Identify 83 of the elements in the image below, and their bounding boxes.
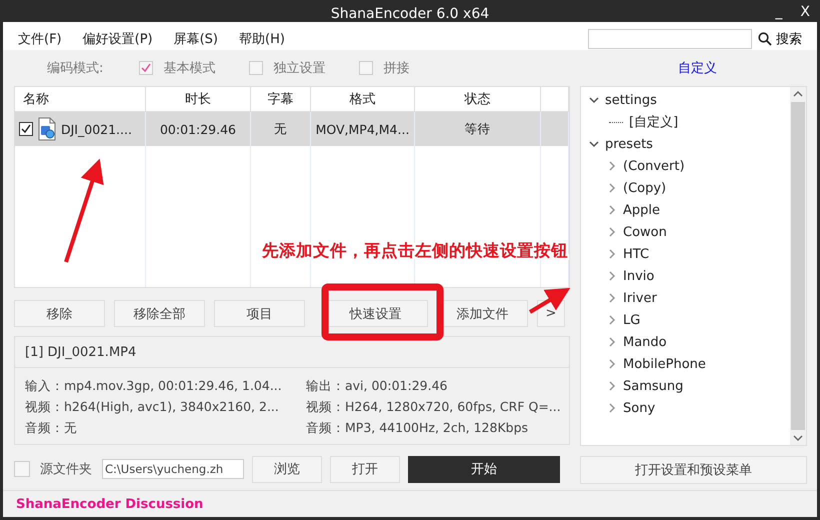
- checkbox-label: 基本模式: [163, 60, 216, 77]
- expand-chevron-icon[interactable]: [607, 403, 617, 413]
- search-button[interactable]: 搜索: [758, 30, 802, 48]
- expand-chevron-icon[interactable]: [607, 381, 617, 391]
- mode-checkbox[interactable]: [359, 61, 374, 75]
- mode-checkbox[interactable]: [139, 61, 154, 75]
- expand-chevron-icon[interactable]: [607, 183, 617, 193]
- file-row[interactable]: DJI_0021.... 00:01:29.46 无 MOV,MP4,M4... 等待: [15, 112, 569, 146]
- annotation-text: 先添加文件，再点击左侧的快速设置按钮: [262, 240, 568, 262]
- video-file-icon: [37, 117, 57, 141]
- table-cell: MOV,MP4,M4...: [311, 112, 415, 146]
- column-header[interactable]: 字幕: [251, 87, 311, 111]
- scrollbar-thumb[interactable]: [791, 102, 805, 430]
- minimize-button[interactable]: _: [771, 4, 786, 20]
- source-folder-checkbox[interactable]: [14, 461, 30, 477]
- menu-item[interactable]: 文件(F): [18, 30, 62, 48]
- menu-item[interactable]: 屏幕(S): [174, 30, 218, 48]
- action-button[interactable]: 浏览: [252, 456, 322, 482]
- checkbox-label: 拼接: [383, 60, 410, 77]
- scroll-up-icon: [793, 90, 803, 98]
- tree-item[interactable]: (Convert): [623, 158, 685, 174]
- table-cell: 等待: [415, 112, 541, 146]
- expand-chevron-icon[interactable]: [607, 337, 617, 347]
- column-header[interactable]: 时长: [146, 87, 251, 111]
- window-title: ShanaEncoder 6.0 x64: [330, 6, 490, 22]
- mode-checkbox[interactable]: [249, 61, 264, 75]
- action-button[interactable]: 移除全部: [114, 300, 205, 327]
- info-text: 输入：mp4.mov.3gp, 00:01:29.46, 1.04...: [25, 378, 283, 395]
- start-button[interactable]: 开始: [408, 456, 560, 482]
- tree-item[interactable]: MobilePhone: [623, 356, 706, 372]
- expand-chevron-icon[interactable]: [607, 315, 617, 325]
- discussion-link[interactable]: ShanaEncoder Discussion: [16, 496, 204, 512]
- search-field[interactable]: [588, 29, 752, 49]
- tree-item[interactable]: Cowon: [623, 224, 667, 240]
- column-header[interactable]: 状态: [415, 87, 541, 111]
- info-text: 视频：H264, 1280x720, 60fps, CRF Q=...: [306, 399, 562, 416]
- tree-item[interactable]: Invio: [623, 268, 654, 284]
- tree-item[interactable]: (Copy): [623, 180, 666, 196]
- expand-chevron-icon[interactable]: [607, 227, 617, 237]
- info-text: 音频：无: [25, 420, 78, 437]
- collapse-chevron-icon[interactable]: [589, 95, 599, 105]
- scroll-down-icon: [793, 434, 803, 442]
- action-button[interactable]: 移除: [14, 300, 105, 327]
- mode-label: 编码模式:: [47, 60, 104, 77]
- menu-item[interactable]: 帮助(H): [239, 30, 285, 48]
- tree-item[interactable]: Sony: [623, 400, 656, 416]
- menu-item[interactable]: 偏好设置(P): [82, 30, 153, 48]
- info-text: 视频：h264(High, avc1), 3840x2160, 2...: [25, 399, 280, 416]
- tree-item[interactable]: Iriver: [623, 290, 657, 306]
- action-button[interactable]: 打开: [330, 456, 400, 482]
- tree-item[interactable]: Samsung: [623, 378, 684, 394]
- expand-chevron-icon[interactable]: [607, 205, 617, 215]
- tree-item[interactable]: [自定义]: [629, 113, 678, 131]
- expand-chevron-icon[interactable]: [607, 249, 617, 259]
- column-header[interactable]: 名称: [15, 87, 146, 111]
- expand-chevron-icon[interactable]: [607, 293, 617, 303]
- tree-item[interactable]: HTC: [623, 246, 650, 262]
- column-header[interactable]: 格式: [311, 87, 415, 111]
- tree-item[interactable]: Mando: [623, 334, 667, 350]
- menu-button[interactable]: 打开设置和预设菜单: [580, 456, 807, 484]
- scrollbar[interactable]: [790, 87, 806, 445]
- table-cell: 无: [251, 112, 311, 146]
- table-cell: 00:01:29.46: [146, 112, 251, 146]
- tree-item[interactable]: presets: [605, 136, 653, 152]
- tree-item[interactable]: Apple: [623, 202, 660, 218]
- info-title: [1] DJI_0021.MP4: [15, 337, 569, 368]
- expand-chevron-icon[interactable]: [607, 161, 617, 171]
- action-button[interactable]: 项目: [214, 300, 305, 327]
- expand-chevron-icon[interactable]: [607, 359, 617, 369]
- info-text: 输出：avi, 00:01:29.46: [306, 378, 448, 395]
- tree-item[interactable]: settings: [605, 92, 657, 108]
- checkbox-label: 独立设置: [273, 60, 326, 77]
- file-name: DJI_0021....: [61, 122, 132, 136]
- close-button[interactable]: X: [796, 4, 814, 20]
- row-checkbox[interactable]: [19, 122, 33, 136]
- path-field[interactable]: C:\Users\yucheng.zh: [102, 459, 244, 479]
- expand-chevron-icon[interactable]: [607, 271, 617, 281]
- search-icon: [758, 32, 772, 46]
- tree-item[interactable]: LG: [623, 312, 640, 328]
- collapse-chevron-icon[interactable]: [589, 139, 599, 149]
- custom-link[interactable]: 自定义: [678, 59, 717, 77]
- info-text: 音频：MP3, 44100Hz, 2ch, 128Kbps: [306, 420, 530, 437]
- checkbox-label: 源文件夹: [40, 461, 92, 478]
